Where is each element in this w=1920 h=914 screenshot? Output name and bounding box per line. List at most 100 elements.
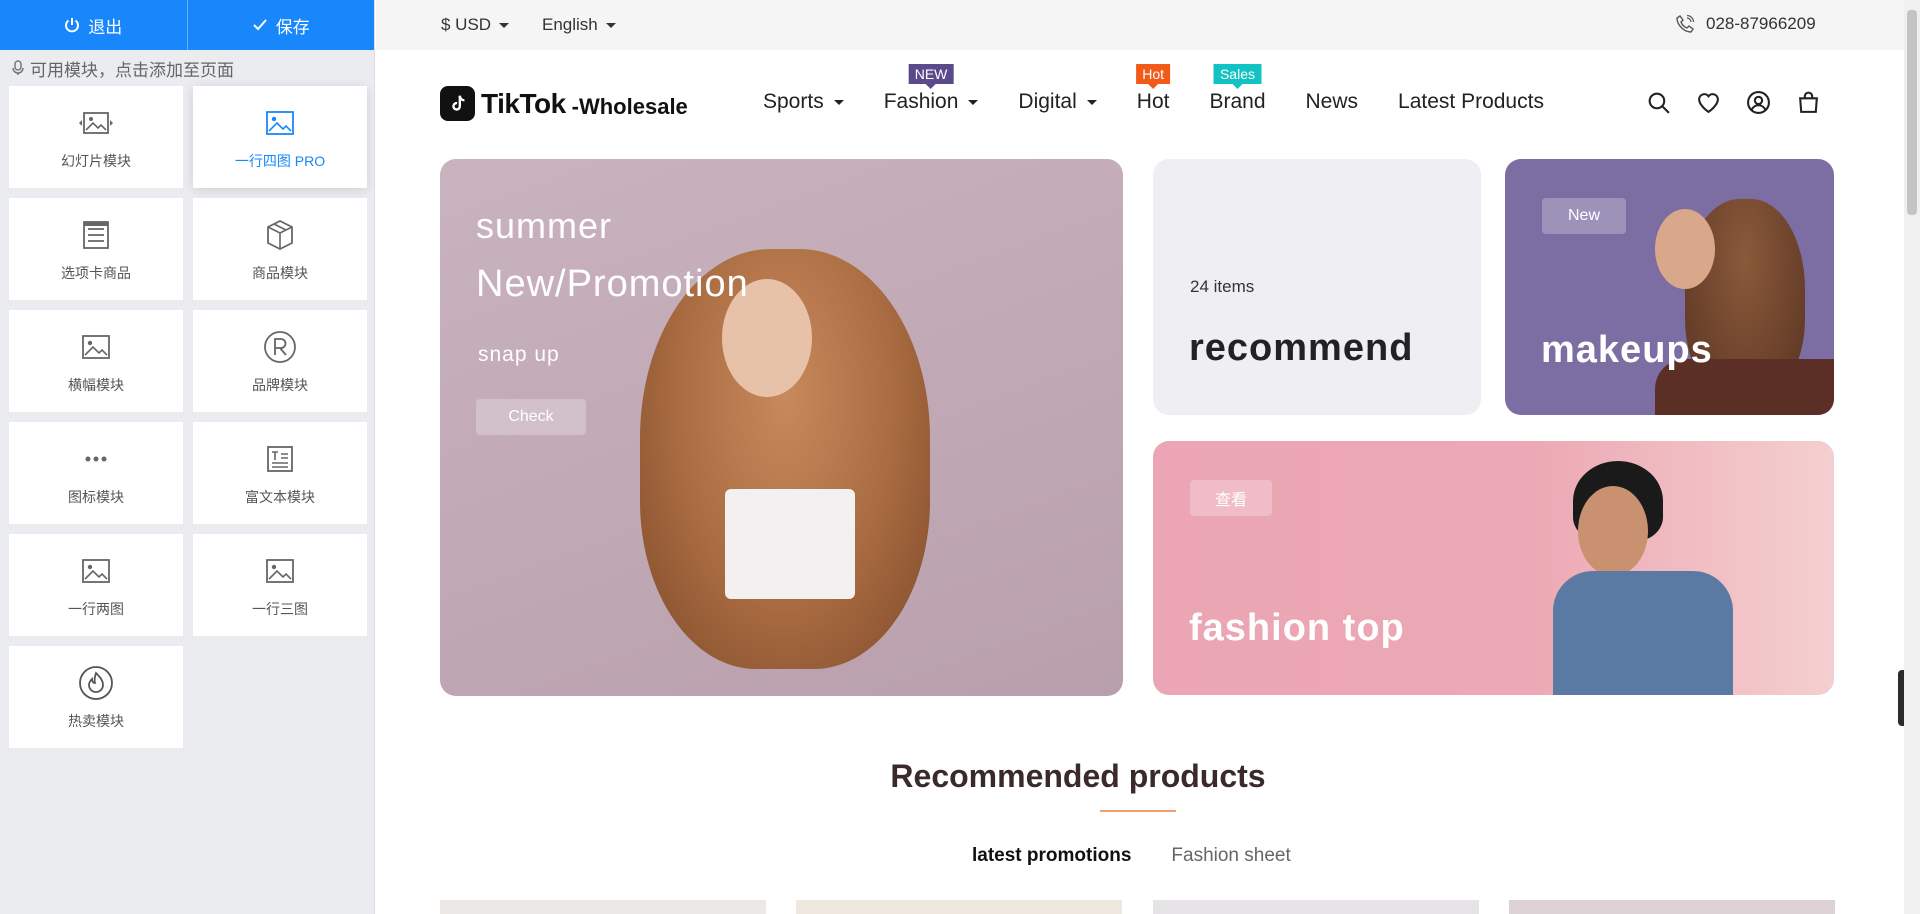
nav-brand[interactable]: Sales Brand <box>1209 64 1266 114</box>
hint-text: 可用模块，点击添加至页面 <box>30 60 234 80</box>
module-banner[interactable]: 横幅模块 <box>9 310 183 412</box>
nav-label: News <box>1305 90 1359 113</box>
module-label: 幻灯片模块 <box>61 153 131 169</box>
fashion-title: fashion top <box>1189 607 1405 649</box>
image-icon <box>266 559 294 583</box>
phone-number: 028-87966209 <box>1706 14 1816 33</box>
phone-icon <box>1676 15 1694 33</box>
module-label: 品牌模块 <box>252 377 308 393</box>
chevron-down-icon <box>833 99 844 105</box>
module-label: 一行四图 PRO <box>234 153 326 169</box>
module-three-images[interactable]: 一行三图 <box>193 534 367 636</box>
hot-badge: Hot <box>1136 64 1171 84</box>
module-brand[interactable]: 品牌模块 <box>193 310 367 412</box>
chevron-down-icon <box>1086 99 1097 105</box>
banner-line2: New/Promotion <box>476 263 749 305</box>
tab-fashion-sheet[interactable]: Fashion sheet <box>1171 845 1290 867</box>
section-title: Recommended products <box>890 758 1266 794</box>
currency-value: $ USD <box>441 15 492 34</box>
image-icon <box>82 559 110 583</box>
logo[interactable]: TikTok -Wholesale <box>440 86 688 121</box>
search-icon[interactable] <box>1646 90 1671 115</box>
user-icon[interactable] <box>1746 90 1771 115</box>
view-button[interactable]: 查看 <box>1190 480 1272 516</box>
site-header: TikTok -Wholesale Sports NEW Fashion Dig… <box>376 50 1904 156</box>
recommend-title: recommend <box>1189 327 1414 369</box>
scrollbar-thumb[interactable] <box>1907 10 1917 215</box>
nav-label: Sports <box>763 90 824 113</box>
module-grid: 幻灯片模块 一行四图 PRO 选项卡商品 商品模块 横幅模块 品牌模块 图标模块… <box>0 86 374 748</box>
module-label: 热卖模块 <box>68 713 124 729</box>
exit-button[interactable]: 退出 <box>0 0 187 50</box>
banner-subtitle: snap up <box>478 343 560 366</box>
module-richtext[interactable]: 富文本模块 <box>193 422 367 524</box>
module-two-images[interactable]: 一行两图 <box>9 534 183 636</box>
title-underline <box>1100 810 1176 812</box>
richtext-icon <box>267 446 293 472</box>
top-bar: $ USD English 028-87966209 <box>376 0 1904 50</box>
tab-latest-promotions[interactable]: latest promotions <box>972 845 1131 867</box>
product-tabs: latest promotions Fashion sheet <box>972 845 1291 867</box>
scrollbar[interactable] <box>1904 0 1920 914</box>
module-label: 图标模块 <box>68 489 124 505</box>
module-four-images-pro[interactable]: 一行四图 PRO <box>193 86 367 188</box>
nav-hot[interactable]: Hot Hot <box>1136 64 1171 114</box>
module-tab-products[interactable]: 选项卡商品 <box>9 198 183 300</box>
check-button[interactable]: Check <box>476 399 586 435</box>
banner-recommend[interactable]: 24 items recommend <box>1153 159 1481 415</box>
new-badge: NEW <box>908 64 954 84</box>
slideshow-icon <box>79 112 113 134</box>
module-label: 横幅模块 <box>68 377 124 393</box>
nav-label: Digital <box>1018 90 1077 113</box>
chevron-down-icon <box>605 22 616 28</box>
product-card[interactable] <box>1509 900 1835 914</box>
nav-label: Fashion <box>883 90 959 113</box>
main-nav: Sports NEW Fashion Digital Hot Hot Sales… <box>763 64 1544 114</box>
nav-label: Brand <box>1209 90 1266 113</box>
nav-digital[interactable]: Digital <box>1018 90 1097 114</box>
model-jacket <box>1553 571 1733 695</box>
heart-icon[interactable] <box>1696 90 1721 115</box>
banner-summer-promotion[interactable]: summer New/Promotion snap up Check <box>440 159 1123 696</box>
module-hot-sale[interactable]: 热卖模块 <box>9 646 183 748</box>
nav-fashion[interactable]: NEW Fashion <box>883 64 979 114</box>
mic-icon <box>12 60 24 75</box>
sales-badge: Sales <box>1213 64 1261 84</box>
header-actions <box>1646 90 1821 115</box>
panel-hint: 可用模块，点击添加至页面 <box>0 50 374 86</box>
cart-icon[interactable] <box>1796 90 1821 115</box>
chevron-down-icon <box>499 22 510 28</box>
check-icon <box>253 19 267 31</box>
banner-makeups[interactable]: New makeups <box>1505 159 1834 415</box>
product-card[interactable] <box>440 900 766 914</box>
list-icon <box>83 221 109 249</box>
language-value: English <box>542 15 598 34</box>
model-face <box>1655 209 1715 289</box>
fire-icon <box>79 666 113 700</box>
banner-fashion-top[interactable]: 查看 fashion top <box>1153 441 1834 695</box>
image-icon <box>266 111 294 135</box>
module-panel: 退出 保存 可用模块，点击添加至页面 幻灯片模块 一行四图 PRO 选项卡商品 <box>0 0 375 914</box>
box-icon <box>267 219 293 251</box>
registered-icon <box>264 331 296 363</box>
panel-toolbar: 退出 保存 <box>0 0 374 50</box>
language-select[interactable]: English <box>542 15 616 35</box>
nav-sports[interactable]: Sports <box>763 90 844 114</box>
image-icon <box>82 335 110 359</box>
items-count: 24 items <box>1190 277 1255 296</box>
nav-news[interactable]: News <box>1306 90 1359 114</box>
module-products[interactable]: 商品模块 <box>193 198 367 300</box>
model-face <box>1578 486 1648 576</box>
module-icons[interactable]: 图标模块 <box>9 422 183 524</box>
currency-select[interactable]: $ USD <box>441 15 510 35</box>
module-label: 富文本模块 <box>245 489 315 505</box>
save-label: 保存 <box>275 17 310 37</box>
save-button[interactable]: 保存 <box>186 0 375 50</box>
product-card[interactable] <box>796 900 1122 914</box>
module-label: 商品模块 <box>252 265 308 281</box>
nav-latest-products[interactable]: Latest Products <box>1398 90 1544 114</box>
product-card[interactable] <box>1153 900 1479 914</box>
module-slideshow[interactable]: 幻灯片模块 <box>9 86 183 188</box>
phone-contact: 028-87966209 <box>1676 14 1816 34</box>
module-label: 一行三图 <box>252 601 308 617</box>
